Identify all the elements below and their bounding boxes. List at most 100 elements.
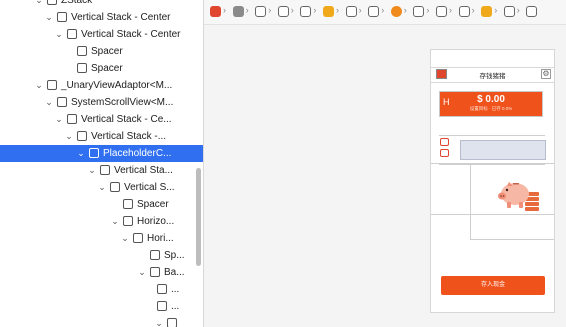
view-node-icon (123, 216, 133, 226)
outline-row[interactable]: ⌄ Hori... (0, 230, 203, 247)
chevron-right-icon: › (358, 5, 362, 15)
back-icon[interactable] (390, 6, 402, 17)
chevron-right-icon: › (403, 5, 407, 15)
outline-row-label: Sp... (164, 250, 185, 261)
outline-row-label: Hori... (147, 233, 174, 244)
outline-row[interactable]: ⌄ PlaceholderC... (0, 145, 203, 162)
outline-row-label: Spacer (91, 63, 123, 74)
view-node-icon (77, 46, 87, 56)
outline-row[interactable]: ... (0, 298, 203, 315)
view-icon[interactable] (345, 6, 357, 17)
outline-row-label: Vertical Stack - Center (81, 29, 181, 40)
outline-row[interactable]: Spacer (0, 60, 203, 77)
chevron-right-icon: › (290, 5, 294, 15)
outline-row-label: _UnaryViewAdaptor<M... (61, 80, 173, 91)
chevron-right-icon: › (494, 5, 498, 15)
outline-row[interactable]: ⌄ Ba... (0, 264, 203, 281)
balance-card[interactable]: H $ 0.00 设置目标 · 已存 0.0% (439, 91, 543, 117)
disclosure-chevron-icon[interactable]: ⌄ (154, 315, 164, 327)
disclosure-chevron-icon[interactable]: ⌄ (34, 77, 44, 94)
app-icon[interactable] (210, 6, 221, 17)
view-icon[interactable] (526, 6, 538, 17)
view-icon[interactable] (368, 6, 380, 17)
outline-row[interactable]: ⌄ ZStack (0, 0, 203, 9)
divider (431, 163, 554, 164)
chevron-right-icon: › (336, 5, 339, 15)
outline-row[interactable]: ⌄ Vertical Stack -... (0, 128, 203, 145)
disclosure-chevron-icon[interactable]: ⌄ (120, 230, 130, 247)
window-icon[interactable] (232, 6, 244, 17)
view-node-icon (150, 250, 160, 260)
view-node-icon (100, 165, 110, 175)
scene-icon[interactable] (323, 6, 334, 17)
view-icon[interactable] (255, 6, 267, 17)
outline-row[interactable]: Spacer (0, 43, 203, 60)
balance-subtitle: 设置目标 · 已存 0.0% (469, 106, 513, 111)
view-icon[interactable] (436, 6, 447, 17)
outline-row-label: Horizo... (137, 216, 175, 227)
view-hierarchy-outline[interactable]: ⌄ ZStack ⌄ Vertical Stack - Center ⌄ Vertical… (0, 0, 204, 327)
selected-placeholder-frame[interactable] (460, 140, 546, 160)
divider (470, 163, 471, 239)
disclosure-chevron-icon[interactable]: ⌄ (64, 128, 74, 145)
view-icon[interactable] (277, 6, 289, 17)
view-node-icon (167, 318, 177, 327)
outline-row[interactable]: ⌄ Vertical Stack - Center (0, 9, 203, 26)
outline-row[interactable]: Spacer (0, 196, 203, 213)
outline-row[interactable]: ... (0, 281, 203, 298)
disclosure-chevron-icon[interactable]: ⌄ (76, 145, 86, 162)
disclosure-chevron-icon[interactable]: ⌄ (34, 0, 44, 9)
chevron-right-icon: › (516, 5, 520, 15)
view-node-icon (47, 0, 57, 5)
navigation-bar: 存钱猪猪 ⚙ (431, 67, 554, 83)
outline-row[interactable]: ⌄ (0, 315, 203, 327)
outline-row[interactable]: ⌄ Horizo... (0, 213, 203, 230)
outline-row-label: Vertical Stack - Center (71, 12, 171, 23)
view-node-icon (67, 29, 77, 39)
view-icon[interactable] (413, 6, 425, 17)
piggy-bank-icon (498, 182, 539, 211)
outline-row[interactable]: ⌄ Vertical Stack - Ce... (0, 111, 203, 128)
disclosure-chevron-icon[interactable]: ⌄ (54, 26, 64, 43)
chevron-right-icon: › (313, 5, 317, 15)
outline-row-label: Ba... (164, 267, 185, 278)
view-node-icon (150, 267, 160, 277)
outline-row[interactable]: ⌄ Vertical Stack - Center (0, 26, 203, 43)
outline-row-label: SystemScrollView<M... (71, 97, 174, 108)
outline-scrollbar[interactable] (196, 168, 201, 266)
scene-icon[interactable] (481, 6, 493, 17)
disclosure-chevron-icon[interactable]: ⌄ (54, 111, 64, 128)
outline-row-label: ... (171, 284, 180, 295)
device-preview[interactable]: 存钱猪猪 ⚙ H $ 0.00 设置目标 · 已存 0.0% 存入现金 (430, 49, 555, 313)
disclosure-chevron-icon[interactable]: ⌄ (137, 264, 147, 281)
outline-row[interactable]: ⌄ Vertical Sta... (0, 162, 203, 179)
outline-row-label: Vertical Stack -... (91, 131, 167, 142)
deposit-button[interactable]: 存入现金 (441, 276, 545, 295)
view-debugger-canvas[interactable]: › › › › › › › › › › › › › › 存钱猪猪 ⚙ H $ 0.00 设置目标 · 已存… (204, 0, 566, 327)
disclosure-chevron-icon[interactable]: ⌄ (44, 94, 54, 111)
view-node-icon (57, 12, 67, 22)
disclosure-chevron-icon[interactable]: ⌄ (87, 162, 97, 179)
view-icon[interactable] (503, 6, 515, 17)
view-icon[interactable] (458, 6, 470, 17)
divider (431, 214, 554, 215)
view-node-icon (57, 97, 67, 107)
view-node-icon (89, 148, 99, 158)
outline-row[interactable]: Sp... (0, 247, 203, 264)
chevron-right-icon: › (449, 5, 452, 15)
outline-row-label: ZStack (61, 0, 93, 6)
outline-row[interactable]: ⌄ _UnaryViewAdaptor<M... (0, 77, 203, 94)
chevron-right-icon: › (381, 5, 385, 15)
disclosure-chevron-icon[interactable]: ⌄ (97, 179, 107, 196)
chevron-right-icon: › (426, 5, 430, 15)
view-icon[interactable] (300, 6, 312, 17)
view-node-icon (77, 63, 87, 73)
disclosure-chevron-icon[interactable]: ⌄ (110, 213, 120, 230)
outline-row[interactable]: ⌄ SystemScrollView<M... (0, 94, 203, 111)
view-node-icon (47, 80, 57, 90)
disclosure-chevron-icon[interactable]: ⌄ (44, 9, 54, 26)
settings-icon[interactable]: ⚙ (541, 69, 551, 79)
outline-row[interactable]: ⌄ Vertical S... (0, 179, 203, 196)
jump-bar[interactable]: › › › › › › › › › › › › › › (204, 0, 566, 25)
divider (470, 239, 554, 240)
